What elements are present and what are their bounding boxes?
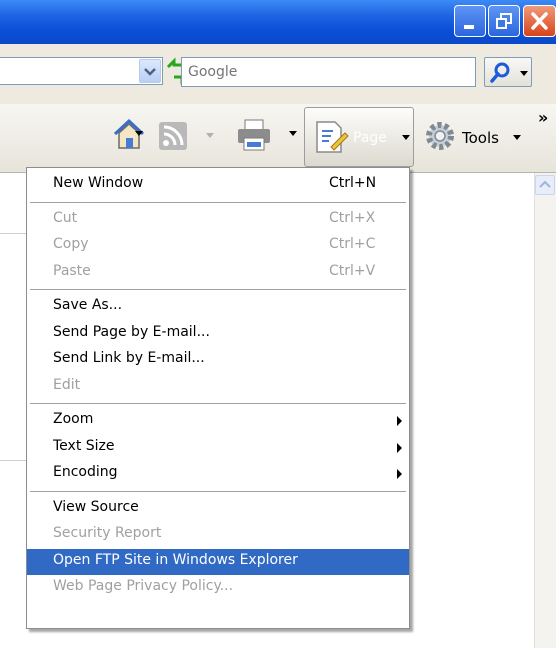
- menu-item-send-link-by-e-mail[interactable]: Send Link by E-mail...: [27, 347, 409, 373]
- chevron-up-icon: [539, 180, 551, 188]
- menu-separator: [30, 490, 406, 492]
- address-dropdown-button[interactable]: [139, 59, 161, 83]
- menu-item-label: Encoding: [53, 464, 118, 480]
- vertical-scrollbar[interactable]: [534, 173, 556, 648]
- menu-item-label: Text Size: [53, 437, 115, 454]
- feeds-icon[interactable]: [158, 121, 188, 151]
- menu-item-label: View Source: [53, 498, 139, 515]
- menu-item-open-ftp-site-in-windows-explorer[interactable]: Open FTP Site in Windows Explorer: [27, 548, 409, 575]
- page-icon: [316, 121, 349, 153]
- minimize-icon: [464, 25, 474, 29]
- menu-item-label: Web Page Privacy Policy...: [53, 578, 234, 594]
- menu-item-label: Edit: [53, 376, 81, 393]
- tools-menu-label[interactable]: Tools: [462, 129, 499, 147]
- restore-icon: [496, 13, 512, 29]
- home-dropdown-icon[interactable]: [135, 131, 143, 136]
- search-button[interactable]: [484, 57, 532, 87]
- page-dropdown-icon[interactable]: [402, 135, 410, 140]
- menu-item-encoding[interactable]: Encoding: [27, 461, 409, 487]
- menu-item-cut: Cut Ctrl+X: [27, 207, 409, 233]
- toolbar-overflow-chevron[interactable]: »: [538, 108, 548, 127]
- menu-item-label: Save As...: [53, 297, 123, 313]
- menu-item-shortcut: Ctrl+X: [329, 209, 376, 226]
- dropdown-arrow-icon: [144, 68, 156, 76]
- print-icon[interactable]: [236, 118, 272, 152]
- menu-separator: [30, 289, 406, 290]
- close-button[interactable]: [523, 5, 556, 37]
- menu-item-save-as[interactable]: Save As...: [27, 294, 409, 320]
- menu-item-label: Security Report: [53, 525, 162, 541]
- menu-item-label: Open FTP Site in Windows Explorer: [53, 551, 298, 568]
- tools-gear-icon[interactable]: [423, 119, 457, 153]
- tools-dropdown-icon[interactable]: [513, 135, 521, 140]
- menu-item-label: Send Link by E-mail...: [53, 350, 205, 366]
- print-dropdown-icon[interactable]: [289, 131, 297, 136]
- menu-item-shortcut: Ctrl+N: [329, 175, 377, 191]
- search-input[interactable]: [186, 61, 428, 83]
- menu-item-label: Copy: [53, 236, 89, 252]
- window-title-bar: [0, 0, 556, 44]
- page-menu-label: Page: [353, 130, 387, 146]
- search-dropdown-icon[interactable]: [520, 71, 528, 76]
- menu-item-view-source[interactable]: View Source: [27, 496, 409, 522]
- menu-item-edit: Edit: [27, 374, 409, 400]
- menu-item-send-page-by-e-mail[interactable]: Send Page by E-mail...: [27, 321, 409, 347]
- submenu-arrow-icon: [397, 442, 402, 453]
- menu-separator: [30, 201, 406, 203]
- menu-item-shortcut: Ctrl+C: [329, 236, 376, 252]
- menu-item-copy: Copy Ctrl+C: [27, 233, 409, 259]
- minimize-button[interactable]: [454, 5, 486, 37]
- scroll-up-button[interactable]: [535, 175, 555, 195]
- close-icon: [531, 12, 548, 30]
- menu-item-paste: Paste Ctrl+V: [27, 260, 409, 286]
- search-icon: [490, 62, 510, 83]
- submenu-arrow-icon: [397, 416, 402, 426]
- restore-button[interactable]: [488, 5, 520, 37]
- menu-item-zoom[interactable]: Zoom: [27, 408, 409, 434]
- menu-item-label: Cut: [53, 209, 78, 226]
- menu-item-label: Paste: [53, 262, 91, 279]
- menu-separator: [30, 403, 406, 404]
- menu-item-label: New Window: [53, 175, 144, 191]
- menu-item-text-size[interactable]: Text Size: [27, 435, 409, 461]
- page-dropdown-menu: New Window Ctrl+N Cut Ctrl+X Copy Ctrl+C Paste…: [26, 167, 410, 629]
- menu-item-web-page-privacy-policy: Web Page Privacy Policy...: [27, 575, 409, 601]
- submenu-arrow-icon: [397, 469, 402, 479]
- menu-item-label: Send Page by E-mail...: [53, 323, 210, 340]
- menu-item-new-window[interactable]: New Window Ctrl+N: [27, 172, 409, 198]
- menu-item-security-report: Security Report: [27, 522, 409, 548]
- menu-item-label: Zoom: [53, 411, 94, 427]
- feeds-dropdown-icon[interactable]: [206, 133, 214, 138]
- menu-item-shortcut: Ctrl+V: [329, 262, 376, 279]
